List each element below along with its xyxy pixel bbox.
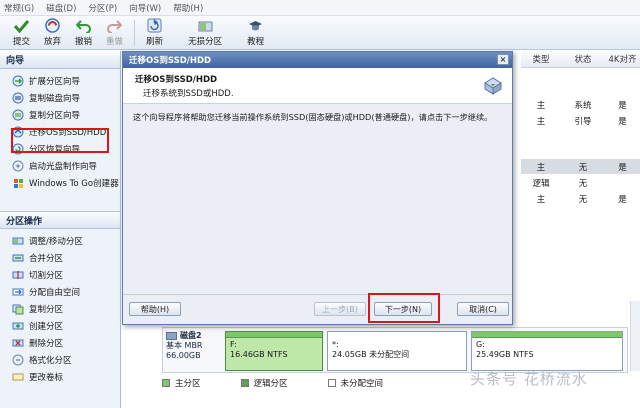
merge-icon — [12, 252, 24, 264]
wizard-windows-to-go[interactable]: Windows To Go创建器 — [0, 174, 120, 191]
discard-button[interactable]: 放弃 — [37, 17, 68, 49]
op-split[interactable]: 切割分区 — [0, 266, 120, 283]
partition-f[interactable]: F: 16.46GB NTFS — [225, 331, 323, 371]
op-resize-move[interactable]: 调整/移动分区 — [0, 232, 120, 249]
extend-icon — [12, 75, 24, 87]
dialog-close-button[interactable]: × — [497, 54, 509, 65]
table-header: 类型 状态 4K对齐 — [521, 51, 640, 68]
wizard-copy-partition[interactable]: 复制分区向导 — [0, 106, 120, 123]
copy-partition-icon — [12, 109, 24, 121]
dialog-body-text: 这个向导程序将帮助您迁移当前操作系统到SSD(固态硬盘)或HDD(普通硬盘)，请… — [133, 112, 493, 122]
op-change-label[interactable]: 更改卷标 — [0, 368, 120, 385]
menu-bar: 常规(G) 磁盘(D) 分区(P) 向导(W) 帮助(H) — [0, 0, 640, 16]
table-row[interactable]: 主 无 是 — [521, 191, 640, 206]
tutorial-button[interactable]: 教程 — [240, 17, 271, 49]
discard-icon — [45, 18, 61, 33]
op-copy-partition[interactable]: 复制分区 — [0, 300, 120, 317]
table-row[interactable]: 逻辑 无 — [521, 175, 640, 190]
migrate-os-highlight — [11, 128, 109, 153]
op-create-partition[interactable]: 创建分区 — [0, 317, 120, 334]
create-icon — [12, 320, 24, 332]
col-4k[interactable]: 4K对齐 — [605, 53, 640, 65]
wizard-copy-disk[interactable]: 复制磁盘向导 — [0, 89, 120, 106]
dialog-header-subtitle: 迁移系统到SSD或HDD. — [143, 89, 234, 99]
partition-g[interactable]: G: 25.49GB NTFS — [471, 331, 623, 371]
table-row[interactable]: 主 系统 是 — [521, 97, 640, 112]
cancel-button[interactable]: 取消(C) — [457, 302, 509, 316]
menu-wizard[interactable]: 向导(W) — [129, 2, 161, 14]
dialog-header-title: 迁移OS到SSD/HDD — [135, 75, 218, 85]
legend-unallocated: 未分配空间 — [327, 377, 383, 389]
refresh-icon — [147, 18, 163, 33]
copy-icon — [12, 303, 24, 315]
menu-general[interactable]: 常规(G) — [4, 2, 34, 14]
disk-icon — [166, 332, 177, 340]
windows-icon — [12, 177, 24, 189]
copy-disk-icon — [12, 92, 24, 104]
redo-icon — [107, 18, 123, 33]
dialog-footer: 帮助(H) 上一步(B) 下一步(N) 取消(C) — [123, 293, 512, 324]
menu-partition[interactable]: 分区(P) — [88, 2, 117, 14]
help-button[interactable]: 帮助(H) — [129, 302, 181, 316]
tutorial-icon — [248, 18, 264, 33]
partition-icon — [197, 18, 213, 33]
menu-disk[interactable]: 磁盘(D) — [46, 2, 76, 14]
delete-icon — [12, 337, 24, 349]
split-icon — [12, 269, 24, 281]
dialog-title-bar: 迁移OS到SSD/HDD × — [123, 52, 512, 68]
dialog-title: 迁移OS到SSD/HDD — [129, 56, 212, 66]
col-status[interactable]: 状态 — [561, 53, 605, 65]
checkmark-icon — [14, 18, 30, 33]
undo-icon — [76, 18, 92, 33]
apply-button[interactable]: 提交 — [6, 17, 37, 49]
menu-help[interactable]: 帮助(H) — [173, 2, 203, 14]
op-format-partition[interactable]: 格式化分区 — [0, 351, 120, 368]
legend-primary: 主分区 — [162, 377, 201, 389]
allocate-icon — [12, 286, 24, 298]
redo-button[interactable]: 重做 — [99, 17, 130, 49]
vertical-scrollbar[interactable] — [630, 301, 640, 371]
refresh-button[interactable]: 刷新 — [139, 17, 170, 49]
undo-button[interactable]: 撤销 — [68, 17, 99, 49]
wizard-boot-disc[interactable]: 启动光盘制作向导 — [0, 157, 120, 174]
wizard-extend-partition[interactable]: 扩展分区向导 — [0, 72, 120, 89]
legend-logical: 逻辑分区 — [240, 377, 288, 389]
resize-icon — [12, 235, 24, 247]
op-delete-partition[interactable]: 删除分区 — [0, 334, 120, 351]
op-allocate-free-space[interactable]: 分配自由空间 — [0, 283, 120, 300]
dialog-header: 迁移OS到SSD/HDD 迁移系统到SSD或HDD. — [123, 68, 512, 104]
back-button[interactable]: 上一步(B) — [314, 302, 366, 316]
left-panel: 向导 扩展分区向导 复制磁盘向导 复制分区向导 迁移OS到SSD/HDD 分区恢… — [0, 51, 121, 408]
next-button[interactable]: 下一步(N) — [374, 302, 432, 316]
format-icon — [12, 354, 24, 366]
boot-disc-icon — [12, 160, 24, 172]
disk-map: 磁盘2 基本 MBR 66.00GB F: 16.46GB NTFS *: 24… — [162, 327, 628, 373]
ops-list: 调整/移动分区 合并分区 切割分区 分配自由空间 复制分区 创建分区 删除分区 — [0, 229, 120, 389]
partition-unallocated[interactable]: *: 24.05GB 未分配空间 — [327, 331, 467, 371]
table-row[interactable]: 主 引导 是 — [521, 113, 640, 128]
toolbar-separator — [134, 19, 136, 46]
label-icon — [12, 371, 24, 383]
migrate-os-dialog: 迁移OS到SSD/HDD × 迁移OS到SSD/HDD 迁移系统到SSD或HDD… — [122, 51, 513, 325]
ops-panel-title: 分区操作 — [0, 211, 120, 229]
op-merge[interactable]: 合并分区 — [0, 249, 120, 266]
disk-info[interactable]: 磁盘2 基本 MBR 66.00GB — [166, 331, 221, 371]
wizard-panel-title: 向导 — [0, 51, 120, 69]
col-type[interactable]: 类型 — [521, 53, 561, 65]
watermark: 头条号 花桥流水 — [470, 370, 588, 388]
lossless-partition-button[interactable]: 无损分区 — [170, 17, 240, 49]
migrate-disk-icon — [482, 75, 504, 97]
table-row[interactable]: 主 无 是 — [521, 159, 640, 174]
toolbar: 提交 放弃 撤销 重做 刷新 无损分区 教程 — [0, 16, 640, 50]
